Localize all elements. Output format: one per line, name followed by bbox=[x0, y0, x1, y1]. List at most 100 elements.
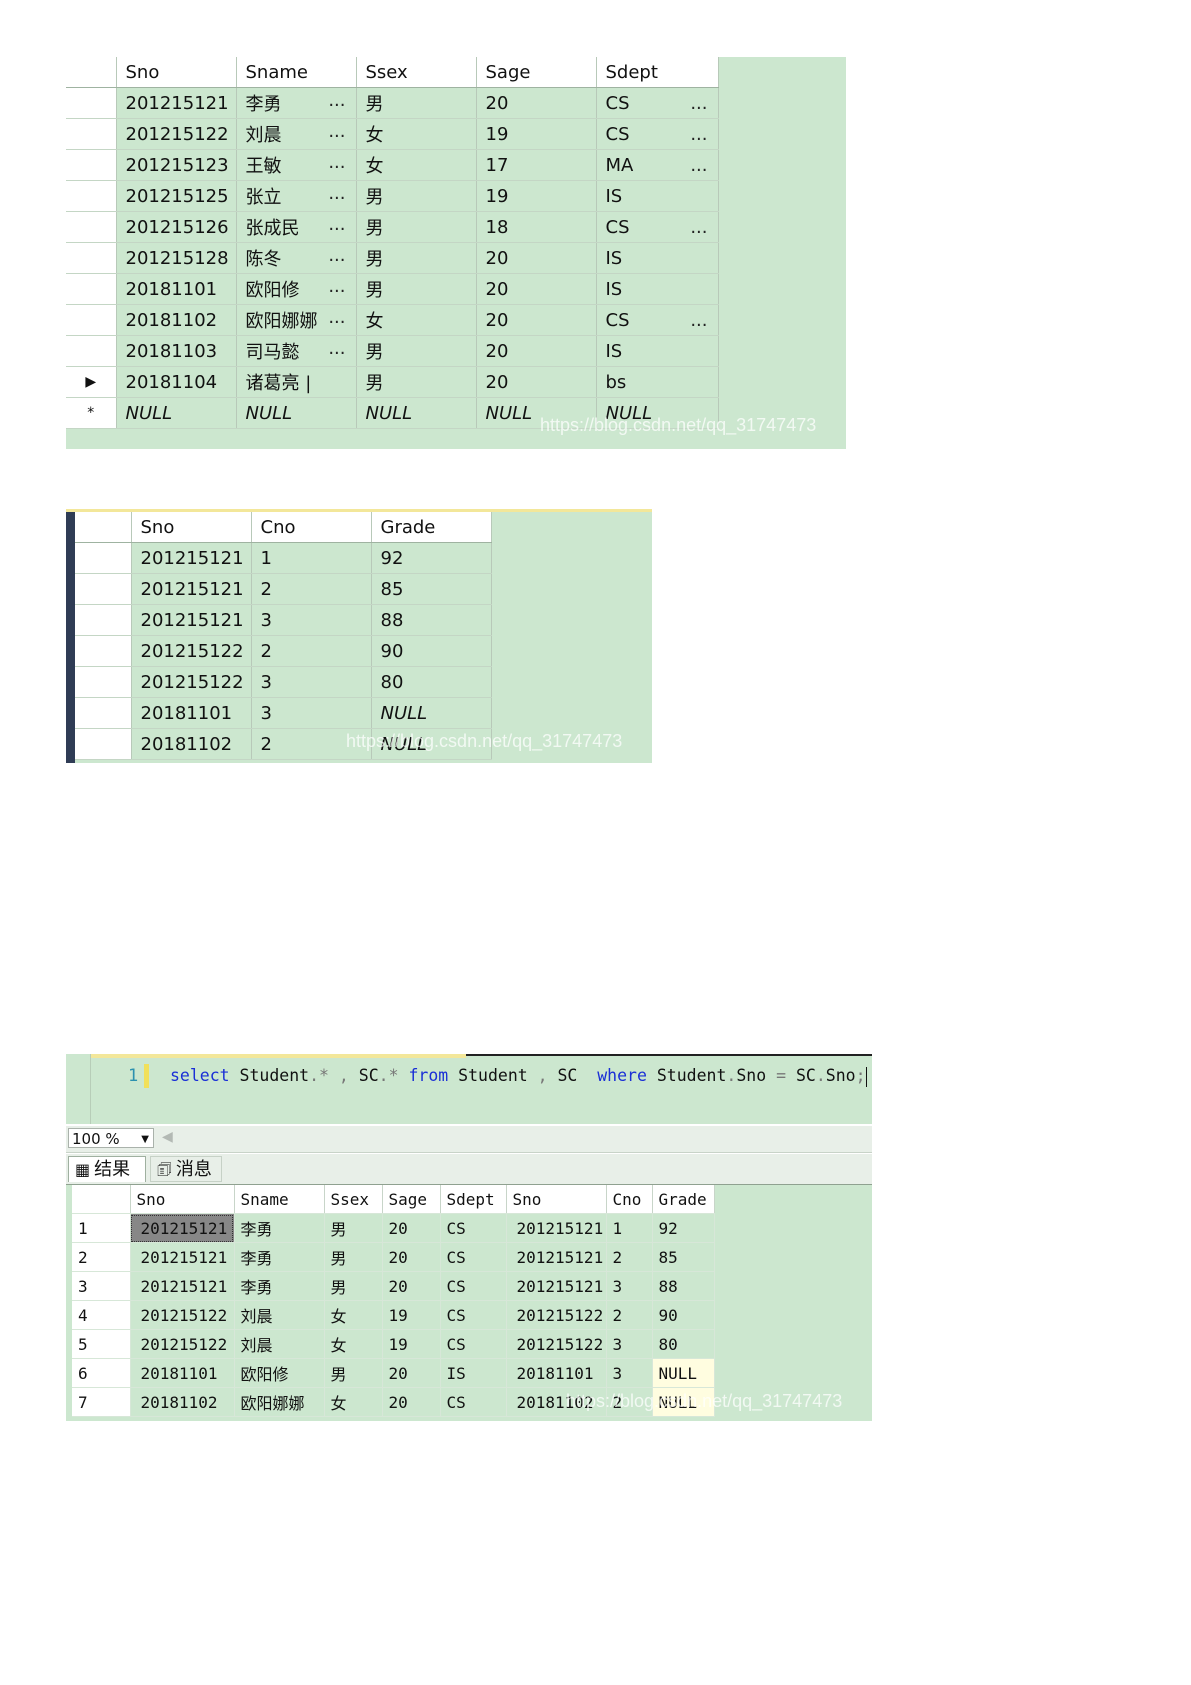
table-row[interactable]: * NULL NULL NULL NULL NULL bbox=[66, 397, 719, 429]
result-cell-sno[interactable]: 201215121 bbox=[506, 1271, 607, 1301]
table-row[interactable]: 201215121 1 92 bbox=[75, 542, 492, 574]
cell-cno[interactable]: 3 bbox=[251, 697, 372, 729]
row-selector[interactable] bbox=[66, 118, 117, 150]
row-selector[interactable] bbox=[75, 635, 132, 667]
table-row[interactable]: 201215126 张成民... 男 18 CS... bbox=[66, 211, 719, 243]
cell-sage[interactable]: 20 bbox=[476, 304, 597, 336]
cell-sage[interactable]: 20 bbox=[476, 242, 597, 274]
tab-results[interactable]: ▦ 结果 bbox=[68, 1156, 146, 1182]
row-selector[interactable] bbox=[75, 542, 132, 574]
cell-ssex[interactable]: 男 bbox=[356, 180, 477, 212]
result-row[interactable]: 3 201215121 李勇男 20 CS 201215121 3 88 bbox=[72, 1271, 715, 1301]
result-cell-cno[interactable]: 3 bbox=[606, 1358, 653, 1388]
result-cell-sno[interactable]: 20181102 bbox=[130, 1387, 235, 1417]
row-selector[interactable] bbox=[75, 573, 132, 605]
result-cell-sage[interactable]: 20 bbox=[382, 1358, 441, 1388]
result-cell-cno[interactable]: 2 bbox=[606, 1242, 653, 1272]
cell-cno[interactable]: 2 bbox=[251, 728, 372, 760]
result-row[interactable]: 1 201215121 李勇男 20 CS 201215121 1 92 bbox=[72, 1213, 715, 1243]
cell-grade[interactable]: NULL bbox=[371, 728, 492, 760]
cell-ssex[interactable]: 男 bbox=[356, 366, 477, 398]
result-cell-ssex[interactable]: 男 bbox=[324, 1242, 383, 1272]
cell-sdept[interactable]: bs bbox=[596, 366, 719, 398]
cell-ssex[interactable]: 男 bbox=[356, 211, 477, 243]
table-row[interactable]: 201215121 3 88 bbox=[75, 604, 492, 636]
table-row[interactable]: 20181101 3 NULL bbox=[75, 697, 492, 729]
result-cell-sage[interactable]: 20 bbox=[382, 1387, 441, 1417]
table-row[interactable]: 20181101 欧阳修... 男 20 IS bbox=[66, 273, 719, 305]
cell-cno[interactable]: 2 bbox=[251, 635, 372, 667]
table-row[interactable]: 201215121 2 85 bbox=[75, 573, 492, 605]
cell-sdept[interactable]: IS bbox=[596, 273, 719, 305]
result-cell-sage[interactable]: 19 bbox=[382, 1300, 441, 1330]
cell-sno[interactable]: 201215126 bbox=[116, 211, 237, 243]
result-cell-sno[interactable]: 201215122 bbox=[506, 1300, 607, 1330]
cell-cno[interactable]: 2 bbox=[251, 573, 372, 605]
cell-sno[interactable]: 20181102 bbox=[131, 728, 252, 760]
cell-ssex[interactable]: 男 bbox=[356, 273, 477, 305]
column-header-sdept[interactable]: Sdept bbox=[596, 57, 719, 88]
result-column-header-sage[interactable]: Sage bbox=[382, 1185, 441, 1214]
result-cell-grade[interactable]: 90 bbox=[652, 1300, 715, 1330]
cell-sname[interactable]: 欧阳娜娜... bbox=[236, 304, 357, 336]
cell-sno[interactable]: 20181101 bbox=[131, 697, 252, 729]
cell-sage[interactable]: 19 bbox=[476, 180, 597, 212]
row-selector[interactable] bbox=[66, 335, 117, 367]
column-header-sname[interactable]: Sname bbox=[236, 57, 357, 88]
cell-grade[interactable]: 90 bbox=[371, 635, 492, 667]
result-column-header-grade[interactable]: Grade bbox=[652, 1185, 715, 1214]
row-selector[interactable] bbox=[66, 149, 117, 181]
cell-sname[interactable]: 王敏... bbox=[236, 149, 357, 181]
result-cell-ssex[interactable]: 女 bbox=[324, 1329, 383, 1359]
table-row[interactable]: 20181102 欧阳娜娜... 女 20 CS... bbox=[66, 304, 719, 336]
result-cell-sname[interactable]: 欧阳娜娜 bbox=[234, 1387, 325, 1417]
table-row[interactable]: 20181103 司马懿... 男 20 IS bbox=[66, 335, 719, 367]
cell-sname[interactable]: 欧阳修... bbox=[236, 273, 357, 305]
cell-sno[interactable]: NULL bbox=[116, 397, 237, 429]
cell-sage[interactable]: 19 bbox=[476, 118, 597, 150]
cell-sno[interactable]: 20181104 bbox=[116, 366, 237, 398]
tab-messages[interactable]: 🗊 消息 bbox=[150, 1156, 222, 1182]
column-header-sno[interactable]: Sno bbox=[116, 57, 237, 88]
result-cell-sdept[interactable]: CS bbox=[440, 1271, 507, 1301]
row-selector[interactable]: ▶ bbox=[66, 366, 117, 398]
table-row[interactable]: 20181102 2 NULL bbox=[75, 728, 492, 760]
query-editor[interactable]: 1 select Student.* , SC.* from Student ,… bbox=[66, 1054, 872, 1124]
result-cell-sno[interactable]: 201215121 bbox=[130, 1242, 235, 1272]
row-number[interactable]: 4 bbox=[72, 1300, 131, 1330]
result-column-header-ssex[interactable]: Ssex bbox=[324, 1185, 383, 1214]
result-row[interactable]: 5 201215122 刘晨女 19 CS 201215122 3 80 bbox=[72, 1329, 715, 1359]
result-cell-sname[interactable]: 刘晨 bbox=[234, 1300, 325, 1330]
result-cell-sno[interactable]: 201215122 bbox=[130, 1300, 235, 1330]
result-cell-sage[interactable]: 20 bbox=[382, 1242, 441, 1272]
row-number[interactable]: 6 bbox=[72, 1358, 131, 1388]
row-selector[interactable] bbox=[66, 87, 117, 119]
cell-grade[interactable]: 80 bbox=[371, 666, 492, 698]
result-cell-sno[interactable]: 201215121 bbox=[130, 1271, 235, 1301]
cell-sage[interactable]: 20 bbox=[476, 273, 597, 305]
cell-sdept[interactable]: IS bbox=[596, 242, 719, 274]
cell-sage[interactable]: 20 bbox=[476, 366, 597, 398]
table-row[interactable]: 201215122 2 90 bbox=[75, 635, 492, 667]
result-cell-cno[interactable]: 3 bbox=[606, 1271, 653, 1301]
cell-sno[interactable]: 201215122 bbox=[131, 666, 252, 698]
cell-sdept[interactable]: CS... bbox=[596, 87, 719, 119]
result-column-header-sname[interactable]: Sname bbox=[234, 1185, 325, 1214]
cell-grade[interactable]: NULL bbox=[371, 697, 492, 729]
cell-ssex[interactable]: 女 bbox=[356, 118, 477, 150]
row-selector[interactable] bbox=[66, 273, 117, 305]
row-selector[interactable]: * bbox=[66, 397, 117, 429]
cell-sdept[interactable]: CS... bbox=[596, 211, 719, 243]
cell-grade[interactable]: 88 bbox=[371, 604, 492, 636]
cell-sname[interactable]: 陈冬... bbox=[236, 242, 357, 274]
cell-sname[interactable]: 张立... bbox=[236, 180, 357, 212]
result-cell-sage[interactable]: 19 bbox=[382, 1329, 441, 1359]
chevron-down-icon[interactable]: ▼ bbox=[141, 1130, 149, 1150]
row-number[interactable]: 1 bbox=[72, 1213, 131, 1243]
cell-sno[interactable]: 201215122 bbox=[116, 118, 237, 150]
result-cell-grade[interactable]: 92 bbox=[652, 1213, 715, 1243]
result-cell-ssex[interactable]: 男 bbox=[324, 1271, 383, 1301]
result-column-header-sdept[interactable]: Sdept bbox=[440, 1185, 507, 1214]
row-selector[interactable] bbox=[66, 242, 117, 274]
cell-sno[interactable]: 201215128 bbox=[116, 242, 237, 274]
